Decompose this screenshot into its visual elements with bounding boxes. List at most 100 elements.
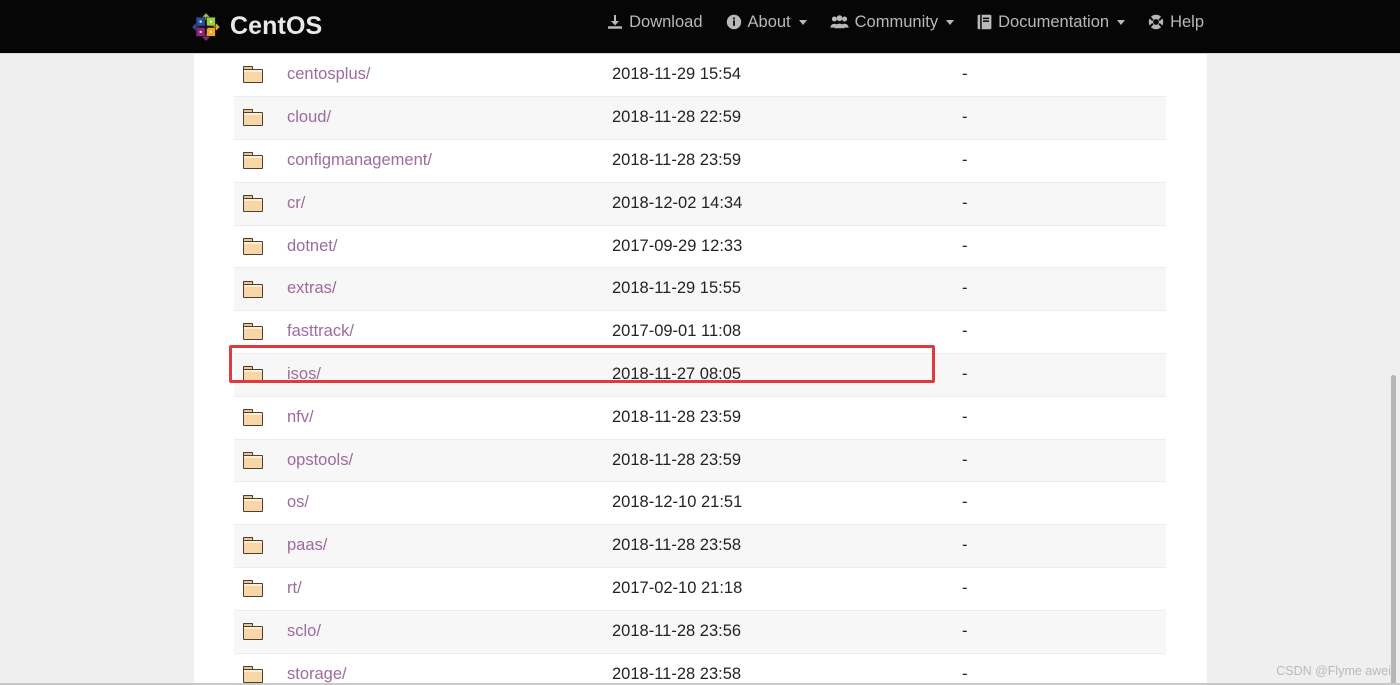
nav-item-help[interactable]: Help xyxy=(1148,14,1204,31)
listing-size: - xyxy=(962,150,968,169)
listing-date: 2018-12-02 14:34 xyxy=(612,193,743,212)
nav-item-documentation[interactable]: Documentation xyxy=(977,13,1126,31)
listing-date: 2017-09-01 11:08 xyxy=(612,322,742,341)
listing-size: - xyxy=(962,193,968,212)
folder-icon xyxy=(243,109,263,127)
table-row[interactable]: opstools/ 2018-11-28 23:59 - xyxy=(234,439,1166,483)
listing-date: 2018-11-28 22:59 xyxy=(612,108,742,127)
listing-date: 2018-11-27 08:05 xyxy=(612,364,742,383)
page-body: centosplus/ 2018-11-29 15:54 - cloud/ 20… xyxy=(0,53,1400,685)
table-row[interactable]: storage/ 2018-11-28 23:58 - xyxy=(234,653,1166,685)
table-row[interactable]: rt/ 2017-02-10 21:18 - xyxy=(234,567,1166,611)
listing-name-link[interactable]: cloud/ xyxy=(287,108,331,126)
listing-size: - xyxy=(962,108,968,127)
listing-date: 2018-11-28 23:59 xyxy=(612,407,742,426)
listing-date: 2018-11-29 15:54 xyxy=(612,65,742,84)
listing-name-link-isos[interactable]: isos/ xyxy=(287,365,321,383)
brand-name: CentOS xyxy=(230,12,323,40)
folder-icon xyxy=(243,237,263,255)
nav-item-community[interactable]: Community xyxy=(830,14,955,31)
table-row[interactable]: dotnet/ 2017-09-29 12:33 - xyxy=(234,225,1166,269)
nav-item-download[interactable]: Download xyxy=(607,13,703,31)
table-row[interactable]: centosplus/ 2018-11-29 15:54 - xyxy=(234,54,1166,98)
folder-icon xyxy=(243,66,263,84)
folder-icon xyxy=(243,409,263,427)
nav-links: Download About Community Documentation H… xyxy=(607,14,1204,31)
listing-date: 2017-02-10 21:18 xyxy=(612,578,743,597)
table-row[interactable]: configmanagement/ 2018-11-28 23:59 - xyxy=(234,139,1166,183)
vertical-scrollbar-thumb[interactable] xyxy=(1391,375,1396,685)
download-icon xyxy=(607,14,623,30)
nav-item-about[interactable]: About xyxy=(726,14,807,31)
folder-icon xyxy=(243,152,263,170)
listing-name-link[interactable]: sclo/ xyxy=(287,622,321,640)
listing-date: 2018-11-28 23:58 xyxy=(612,536,742,555)
listing-size: - xyxy=(962,407,968,426)
nav-item-download-label: Download xyxy=(629,13,703,31)
listing-name-link[interactable]: fasttrack/ xyxy=(287,322,354,340)
folder-icon xyxy=(243,623,263,641)
listing-size: - xyxy=(962,536,968,555)
listing-date: 2018-11-28 23:58 xyxy=(612,664,742,683)
listing-name-link[interactable]: cr/ xyxy=(287,194,305,212)
table-row-isos[interactable]: isos/ 2018-11-27 08:05 - xyxy=(234,353,1166,397)
listing-date: 2018-12-10 21:51 xyxy=(612,493,743,512)
folder-icon xyxy=(243,280,263,298)
table-row[interactable]: paas/ 2018-11-28 23:58 - xyxy=(234,524,1166,569)
table-row[interactable]: cloud/ 2018-11-28 22:59 - xyxy=(234,96,1166,141)
listing-name-link[interactable]: opstools/ xyxy=(287,451,353,469)
listing-name-link[interactable]: paas/ xyxy=(287,536,327,554)
listing-size: - xyxy=(962,493,968,512)
chevron-down-icon xyxy=(798,19,807,25)
listing-name-link[interactable]: centosplus/ xyxy=(287,65,370,83)
table-row[interactable]: extras/ 2018-11-29 15:55 - xyxy=(234,267,1166,312)
table-row[interactable]: os/ 2018-12-10 21:51 - xyxy=(234,481,1166,526)
watermark-text: CSDN @Flyme awei xyxy=(1276,663,1391,678)
nav-item-help-label: Help xyxy=(1170,13,1204,31)
listing-size: - xyxy=(962,279,968,298)
book-icon xyxy=(977,14,992,30)
listing-date: 2018-11-28 23:59 xyxy=(612,150,742,169)
info-circle-icon xyxy=(726,14,742,30)
listing-size: - xyxy=(962,578,968,597)
listing-name-link[interactable]: rt/ xyxy=(287,579,302,597)
table-row[interactable]: sclo/ 2018-11-28 23:56 - xyxy=(234,610,1166,654)
vertical-scrollbar-track[interactable] xyxy=(1386,107,1400,685)
folder-icon xyxy=(243,366,263,384)
life-ring-icon xyxy=(1148,14,1164,30)
top-navbar: CentOS Download About Community Document… xyxy=(0,0,1400,53)
listing-name-link[interactable]: storage/ xyxy=(287,665,347,683)
directory-listing-table: centosplus/ 2018-11-29 15:54 - cloud/ 20… xyxy=(234,54,1166,685)
listing-name-link[interactable]: os/ xyxy=(287,493,309,511)
table-row[interactable]: nfv/ 2018-11-28 23:59 - xyxy=(234,396,1166,440)
listing-name-link[interactable]: configmanagement/ xyxy=(287,151,432,169)
folder-icon xyxy=(243,494,263,512)
listing-size: - xyxy=(962,450,968,469)
nav-item-documentation-label: Documentation xyxy=(998,13,1110,31)
listing-size: - xyxy=(962,664,968,683)
centos-logo-icon xyxy=(191,11,221,42)
browser-page: CentOS Download About Community Document… xyxy=(0,0,1400,685)
folder-icon xyxy=(243,195,263,213)
listing-size: - xyxy=(962,236,968,255)
folder-icon xyxy=(243,451,263,469)
nav-item-about-label: About xyxy=(747,13,791,31)
listing-name-link[interactable]: nfv/ xyxy=(287,408,314,426)
chevron-down-icon xyxy=(946,19,955,25)
content-column: centosplus/ 2018-11-29 15:54 - cloud/ 20… xyxy=(194,54,1207,685)
listing-size: - xyxy=(962,364,968,383)
listing-name-link[interactable]: dotnet/ xyxy=(287,237,337,255)
listing-date: 2018-11-29 15:55 xyxy=(612,279,742,298)
table-row[interactable]: cr/ 2018-12-02 14:34 - xyxy=(234,182,1166,226)
folder-icon xyxy=(243,323,263,341)
directory-listing-body: centosplus/ 2018-11-29 15:54 - cloud/ 20… xyxy=(234,54,1166,685)
listing-size: - xyxy=(962,621,968,640)
listing-size: - xyxy=(962,65,968,84)
users-icon xyxy=(830,14,849,30)
folder-icon xyxy=(243,665,263,683)
listing-size: - xyxy=(962,322,968,341)
listing-name-link[interactable]: extras/ xyxy=(287,279,337,297)
table-row[interactable]: fasttrack/ 2017-09-01 11:08 - xyxy=(234,310,1166,355)
brand-logo-link[interactable]: CentOS xyxy=(191,11,323,42)
listing-date: 2018-11-28 23:59 xyxy=(612,450,742,469)
